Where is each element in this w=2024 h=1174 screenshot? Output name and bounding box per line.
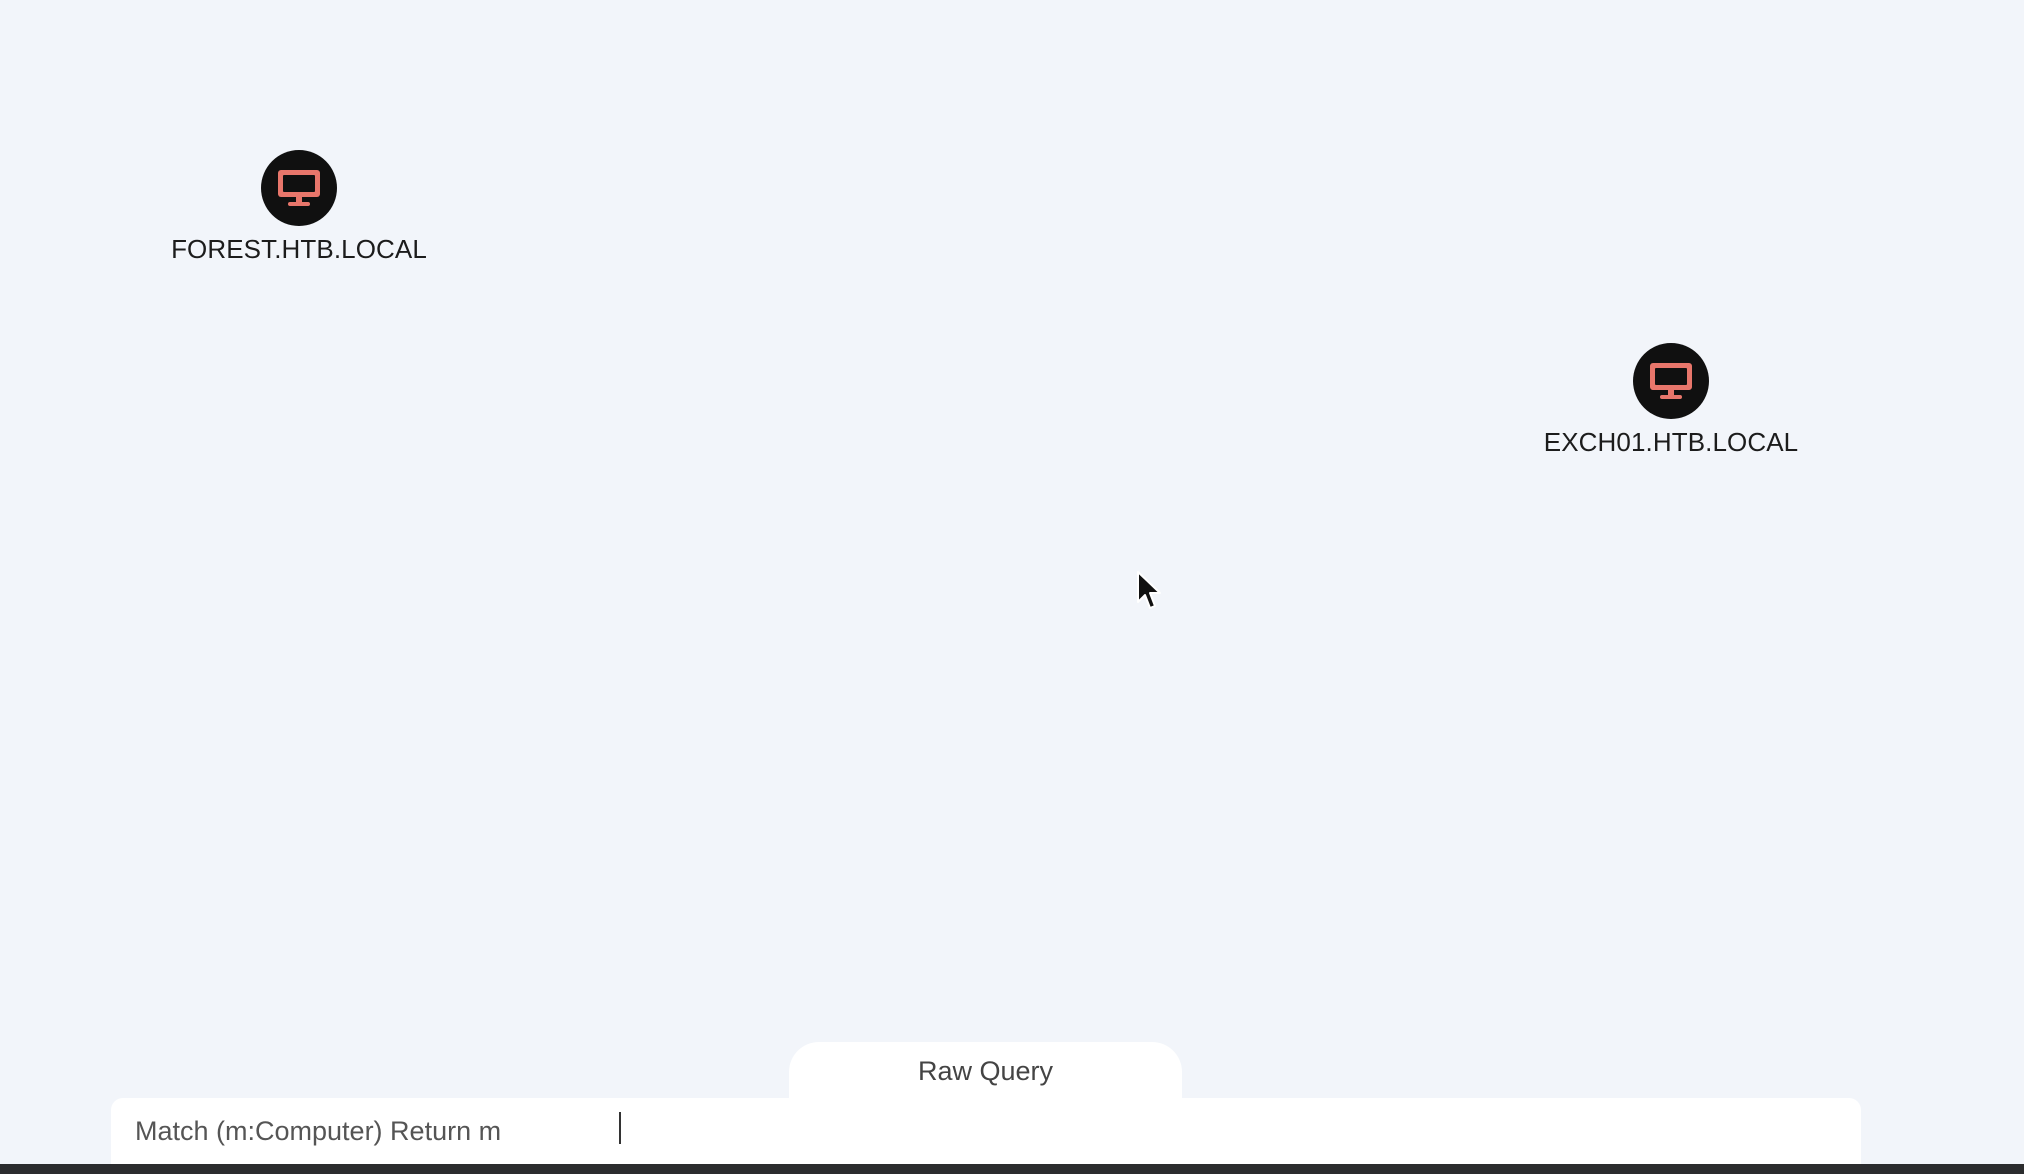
mouse-pointer-icon	[1137, 571, 1161, 609]
raw-query-panel	[111, 1098, 1861, 1164]
computer-node-exch01[interactable]: EXCH01.HTB.LOCAL	[1521, 343, 1821, 458]
raw-query-tab[interactable]: Raw Query	[789, 1042, 1182, 1100]
computer-node-forest[interactable]: FOREST.HTB.LOCAL	[149, 150, 449, 265]
node-label: EXCH01.HTB.LOCAL	[1543, 427, 1799, 457]
computer-node-circle[interactable]	[1633, 343, 1709, 419]
node-label: FOREST.HTB.LOCAL	[171, 234, 427, 264]
monitor-icon	[1650, 363, 1692, 399]
graph-canvas[interactable]: FOREST.HTB.LOCAL EXCH01.HTB.LOCAL Raw Qu…	[0, 0, 2024, 1164]
taskbar	[0, 1164, 2024, 1174]
text-caret	[619, 1112, 621, 1144]
raw-query-input[interactable]	[135, 1111, 1861, 1151]
monitor-icon	[278, 170, 320, 206]
computer-node-circle[interactable]	[261, 150, 337, 226]
